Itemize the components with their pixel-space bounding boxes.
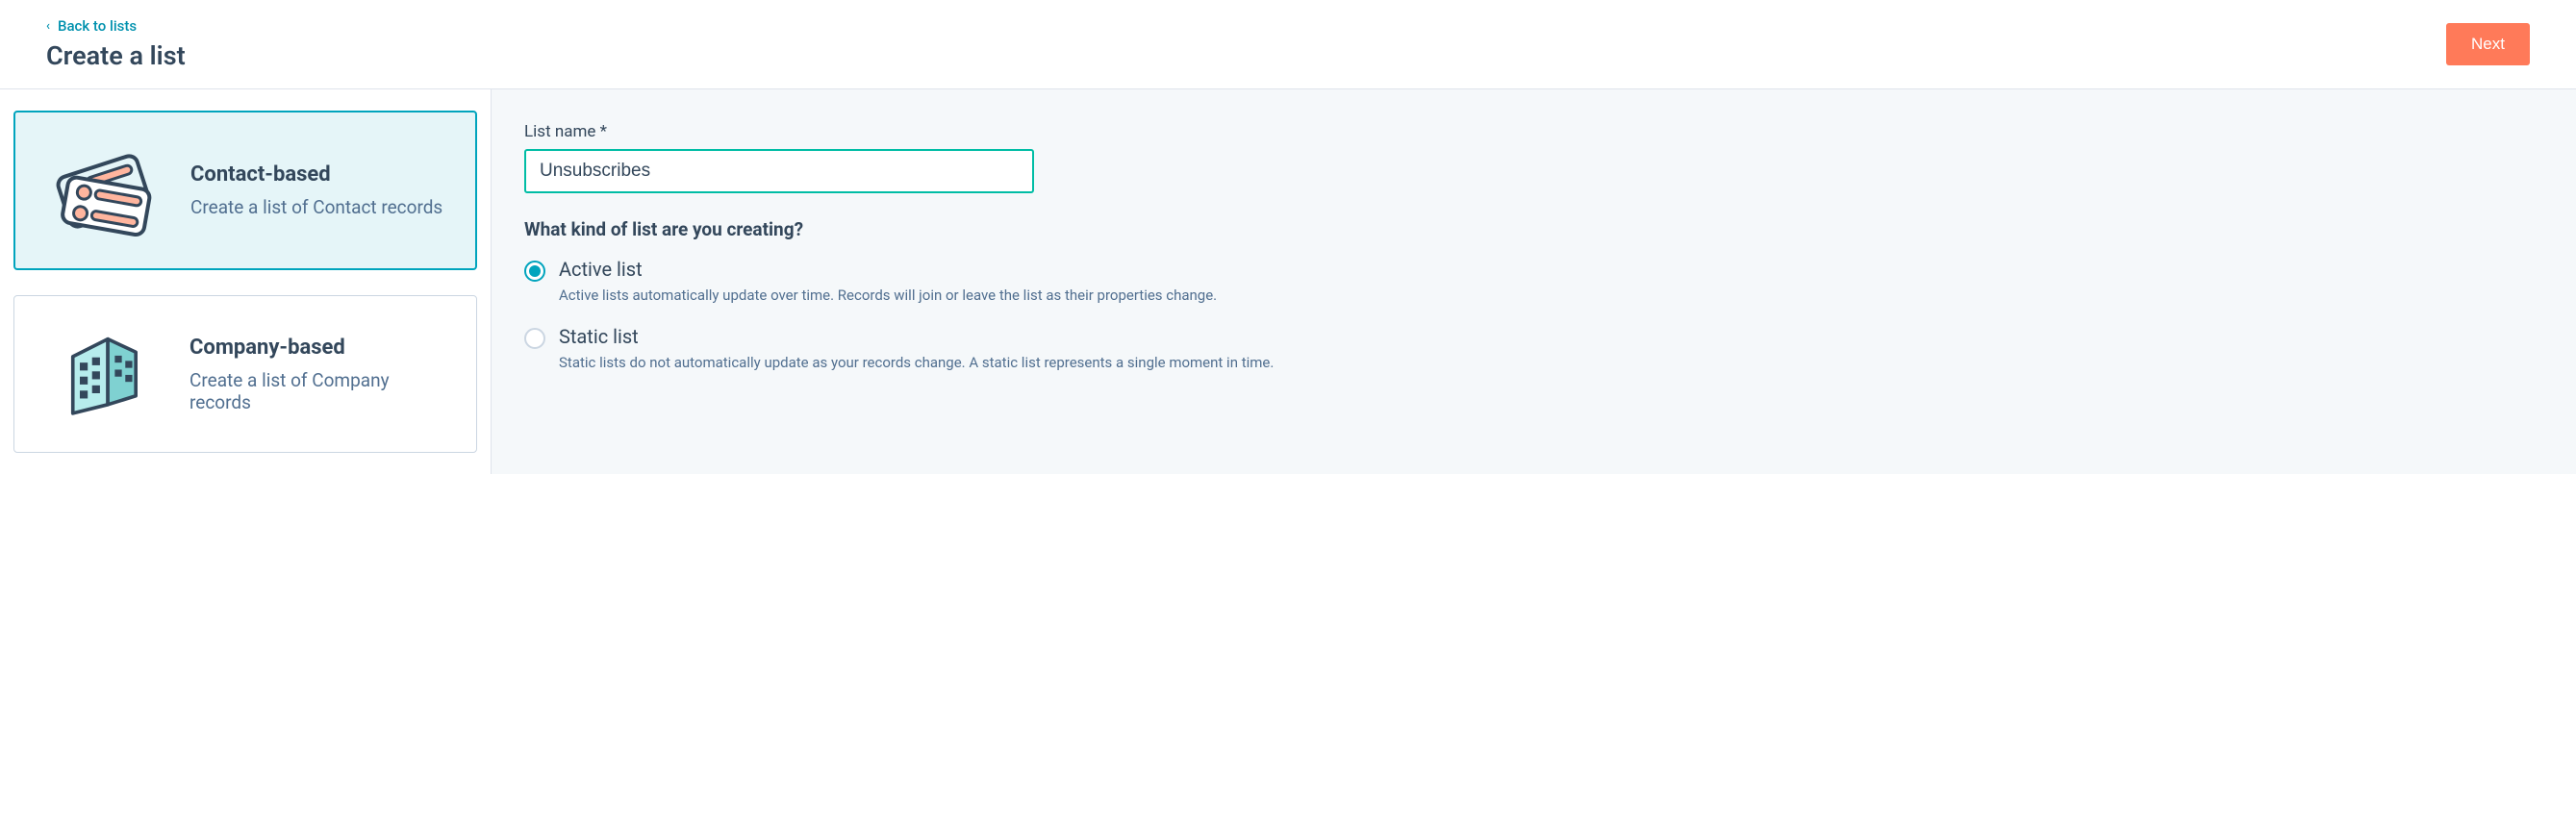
company-based-card[interactable]: Company-based Create a list of Company r… (13, 295, 477, 453)
configuration-panel: List name * What kind of list are you cr… (491, 89, 2576, 474)
radio-input-static[interactable] (524, 328, 545, 349)
radio-label: Static list (559, 325, 1274, 348)
radio-text: Active list Active lists automatically u… (559, 258, 1217, 304)
page-header: ‹ Back to lists Create a list Next (0, 0, 2576, 89)
chevron-left-icon: ‹ (46, 19, 50, 34)
list-name-input[interactable] (524, 149, 1034, 193)
card-subtitle: Create a list of Company records (189, 369, 449, 413)
next-button[interactable]: Next (2446, 23, 2530, 65)
radio-input-active[interactable] (524, 261, 545, 282)
radio-active-list[interactable]: Active list Active lists automatically u… (524, 258, 2543, 304)
card-text: Contact-based Create a list of Contact r… (190, 162, 442, 218)
card-title: Company-based (189, 336, 449, 360)
contact-cards-icon (42, 137, 158, 243)
back-link-label: Back to lists (58, 17, 137, 35)
radio-description: Active lists automatically update over t… (559, 287, 1217, 304)
radio-label: Active list (559, 258, 1217, 281)
contact-based-card[interactable]: Contact-based Create a list of Contact r… (13, 111, 477, 270)
list-kind-question: What kind of list are you creating? (524, 218, 2543, 240)
back-to-lists-link[interactable]: ‹ Back to lists (46, 17, 186, 35)
page-title: Create a list (46, 40, 186, 71)
card-subtitle: Create a list of Contact records (190, 196, 442, 218)
body: Contact-based Create a list of Contact r… (0, 89, 2576, 474)
header-left: ‹ Back to lists Create a list (46, 17, 186, 71)
buildings-icon (41, 321, 157, 427)
radio-text: Static list Static lists do not automati… (559, 325, 1274, 371)
radio-description: Static lists do not automatically update… (559, 354, 1274, 371)
card-text: Company-based Create a list of Company r… (189, 336, 449, 413)
list-name-label: List name * (524, 122, 2543, 141)
card-title: Contact-based (190, 162, 442, 187)
radio-static-list[interactable]: Static list Static lists do not automati… (524, 325, 2543, 371)
list-type-sidebar: Contact-based Create a list of Contact r… (0, 89, 491, 474)
